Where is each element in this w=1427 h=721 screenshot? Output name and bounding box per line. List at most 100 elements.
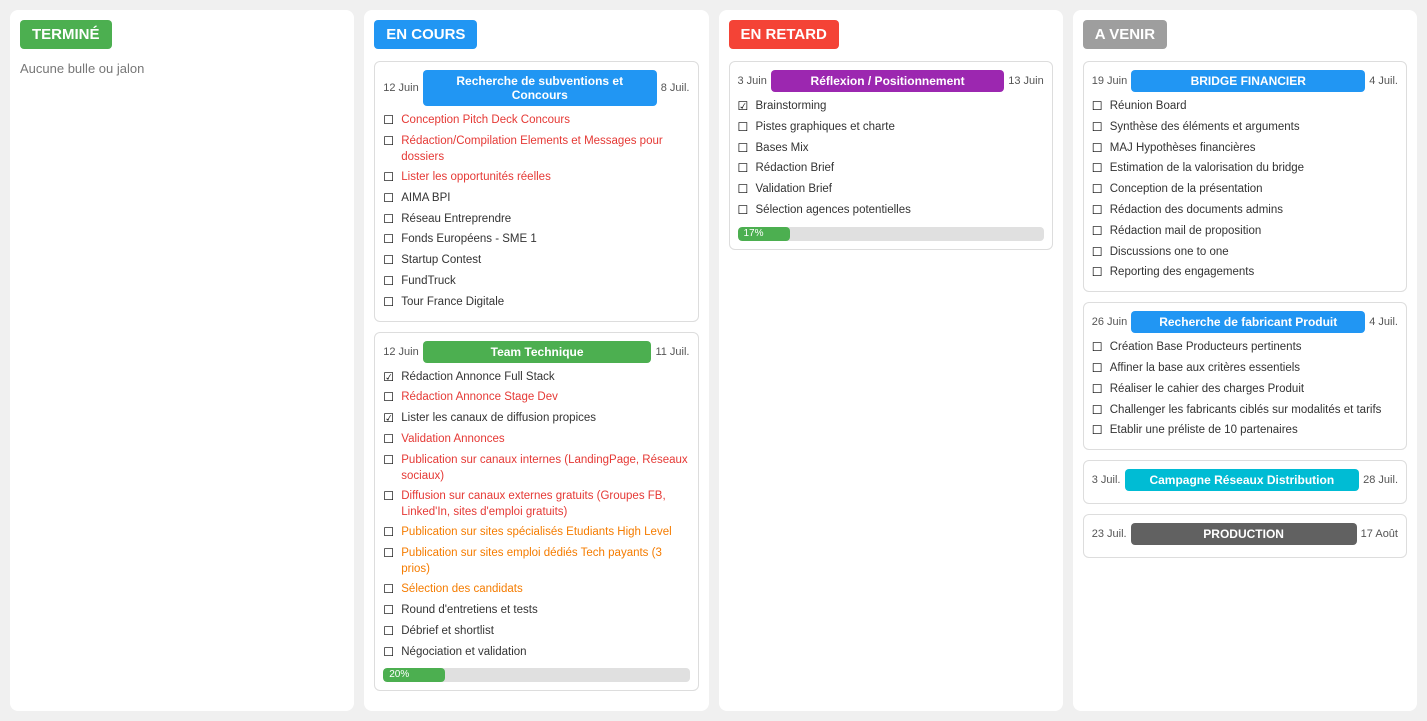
task-item: ☐Réunion Board	[1092, 96, 1398, 117]
task-item: ☐Estimation de la valorisation du bridge	[1092, 158, 1398, 179]
task-text: Publication sur sites spécialisés Etudia…	[401, 524, 689, 540]
task-text: Conception Pitch Deck Concours	[401, 112, 689, 128]
card-card-campagne: 3 Juil. Campagne Réseaux Distribution28 J…	[1083, 460, 1407, 504]
task-item: ☐Diffusion sur canaux externes gratuits …	[383, 486, 689, 522]
card-card-bridge: 19 JuinBRIDGE FINANCIER4 Juil.☐Réunion B…	[1083, 61, 1407, 292]
kanban-board: TERMINÉAucune bulle ou jalonEN COURS12 J…	[10, 10, 1417, 711]
task-item: ☐Startup Contest	[383, 250, 689, 271]
task-text: Rédaction mail de proposition	[1110, 223, 1398, 239]
progress-label: 17%	[744, 227, 764, 241]
task-text: Validation Brief	[756, 181, 1044, 197]
task-item: ☐FundTruck	[383, 271, 689, 292]
card-start-date: 12 Juin	[383, 82, 418, 94]
card-start-date: 19 Juin	[1092, 75, 1127, 87]
task-item: ☐Réaliser le cahier des charges Produit	[1092, 379, 1398, 400]
card-header-row: 26 JuinRecherche de fabricant Produit4 J…	[1092, 311, 1398, 333]
task-checkbox-icon: ☐	[383, 169, 397, 186]
column-header-encours: EN COURS	[374, 20, 477, 49]
card-end-date: 8 Juil.	[661, 82, 690, 94]
task-text: Sélection des candidats	[401, 581, 689, 597]
task-checkbox-icon: ☐	[738, 202, 752, 219]
task-item: ☐Affiner la base aux critères essentiels	[1092, 358, 1398, 379]
task-item: ☐MAJ Hypothèses financières	[1092, 138, 1398, 159]
task-text: Réseau Entreprendre	[401, 211, 689, 227]
task-checkbox-icon: ☐	[383, 252, 397, 269]
task-text: Rédaction Brief	[756, 160, 1044, 176]
task-checkbox-icon: ☐	[738, 160, 752, 177]
task-checkbox-icon: ☐	[383, 431, 397, 448]
task-checkbox-icon: ☐	[1092, 98, 1106, 115]
task-item: ☐Sélection des candidats	[383, 579, 689, 600]
task-item: ☐Rédaction Brief	[738, 158, 1044, 179]
card-title: Réflexion / Positionnement	[771, 70, 1004, 92]
task-checkbox-icon: ☑	[383, 410, 397, 427]
task-checkbox-icon: ☐	[1092, 160, 1106, 177]
task-item: ☐Discussions one to one	[1092, 242, 1398, 263]
task-item: ☐Débrief et shortlist	[383, 621, 689, 642]
task-item: ☐Publication sur canaux internes (Landin…	[383, 450, 689, 486]
task-text: Synthèse des éléments et arguments	[1110, 119, 1398, 135]
task-checkbox-icon: ☐	[383, 524, 397, 541]
card-start-date: 12 Juin	[383, 346, 418, 358]
task-item: ☐Synthèse des éléments et arguments	[1092, 117, 1398, 138]
task-text: Validation Annonces	[401, 431, 689, 447]
task-item: ☐Tour France Digitale	[383, 292, 689, 313]
task-text: Conception de la présentation	[1110, 181, 1398, 197]
column-header-avenir: A VENIR	[1083, 20, 1167, 49]
card-card-fabricant: 26 JuinRecherche de fabricant Produit4 J…	[1083, 302, 1407, 450]
card-end-date: 4 Juil.	[1369, 316, 1398, 328]
progress-bar-container: 20%	[383, 668, 689, 682]
task-checkbox-icon: ☐	[1092, 381, 1106, 398]
task-checkbox-icon: ☐	[383, 602, 397, 619]
task-item: ☐Conception Pitch Deck Concours	[383, 110, 689, 131]
task-item: ☐Création Base Producteurs pertinents	[1092, 337, 1398, 358]
task-text: Challenger les fabricants ciblés sur mod…	[1110, 402, 1398, 418]
task-text: MAJ Hypothèses financières	[1110, 140, 1398, 156]
task-text: Réaliser le cahier des charges Produit	[1110, 381, 1398, 397]
task-text: Tour France Digitale	[401, 294, 689, 310]
task-item: ☐Round d'entretiens et tests	[383, 600, 689, 621]
task-checkbox-icon: ☐	[1092, 244, 1106, 261]
card-header-row: 3 Juin Réflexion / Positionnement 13 Juin	[738, 70, 1044, 92]
task-text: Startup Contest	[401, 252, 689, 268]
task-text: Bases Mix	[756, 140, 1044, 156]
card-start-date: 3 Juin	[738, 75, 767, 87]
task-text: Rédaction/Compilation Elements et Messag…	[401, 133, 689, 165]
task-checkbox-icon: ☐	[738, 119, 752, 136]
card-end-date: 28 Juil.	[1363, 474, 1398, 486]
card-end-date: 17 Août	[1361, 528, 1398, 540]
task-checkbox-icon: ☐	[383, 190, 397, 207]
card-header-row: 12 JuinTeam Technique11 Juil.	[383, 341, 689, 363]
card-end-date: 13 Juin	[1008, 75, 1043, 87]
task-text: Réunion Board	[1110, 98, 1398, 114]
task-checkbox-icon: ☐	[1092, 223, 1106, 240]
card-title: PRODUCTION	[1131, 523, 1357, 545]
task-item: ☐Fonds Européens - SME 1	[383, 229, 689, 250]
task-text: Négociation et validation	[401, 644, 689, 660]
task-item: ☐Etablir une préliste de 10 partenaires	[1092, 420, 1398, 441]
card-header-row: 12 JuinRecherche de subventions et Conco…	[383, 70, 689, 106]
task-item: ☐Publication sur sites spécialisés Etudi…	[383, 522, 689, 543]
task-item: ☐Publication sur sites emploi dédiés Tec…	[383, 543, 689, 579]
column-header-termine: TERMINÉ	[20, 20, 112, 49]
task-text: Estimation de la valorisation du bridge	[1110, 160, 1398, 176]
task-item: ☑Rédaction Annonce Full Stack	[383, 367, 689, 388]
task-item: ☐Lister les opportunités réelles	[383, 167, 689, 188]
task-checkbox-icon: ☐	[383, 488, 397, 505]
task-text: AIMA BPI	[401, 190, 689, 206]
task-item: ☐Challenger les fabricants ciblés sur mo…	[1092, 400, 1398, 421]
task-item: ☐Reporting des engagements	[1092, 262, 1398, 283]
card-start-date: 3 Juil.	[1092, 474, 1121, 486]
task-text: Reporting des engagements	[1110, 264, 1398, 280]
task-text: Publication sur canaux internes (Landing…	[401, 452, 689, 484]
column-retard: EN RETARD3 JuinRéflexion / Positionnemen…	[719, 10, 1063, 711]
task-text: Diffusion sur canaux externes gratuits (…	[401, 488, 689, 520]
task-checkbox-icon: ☐	[738, 140, 752, 157]
task-text: Lister les opportunités réelles	[401, 169, 689, 185]
task-text: Débrief et shortlist	[401, 623, 689, 639]
card-title: Campagne Réseaux Distribution	[1125, 469, 1360, 491]
task-checkbox-icon: ☐	[383, 623, 397, 640]
task-item: ☐Sélection agences potentielles	[738, 200, 1044, 221]
task-item: ☐Pistes graphiques et charte	[738, 117, 1044, 138]
column-avenir: A VENIR 19 JuinBRIDGE FINANCIER4 Juil.☐Ré…	[1073, 10, 1417, 711]
